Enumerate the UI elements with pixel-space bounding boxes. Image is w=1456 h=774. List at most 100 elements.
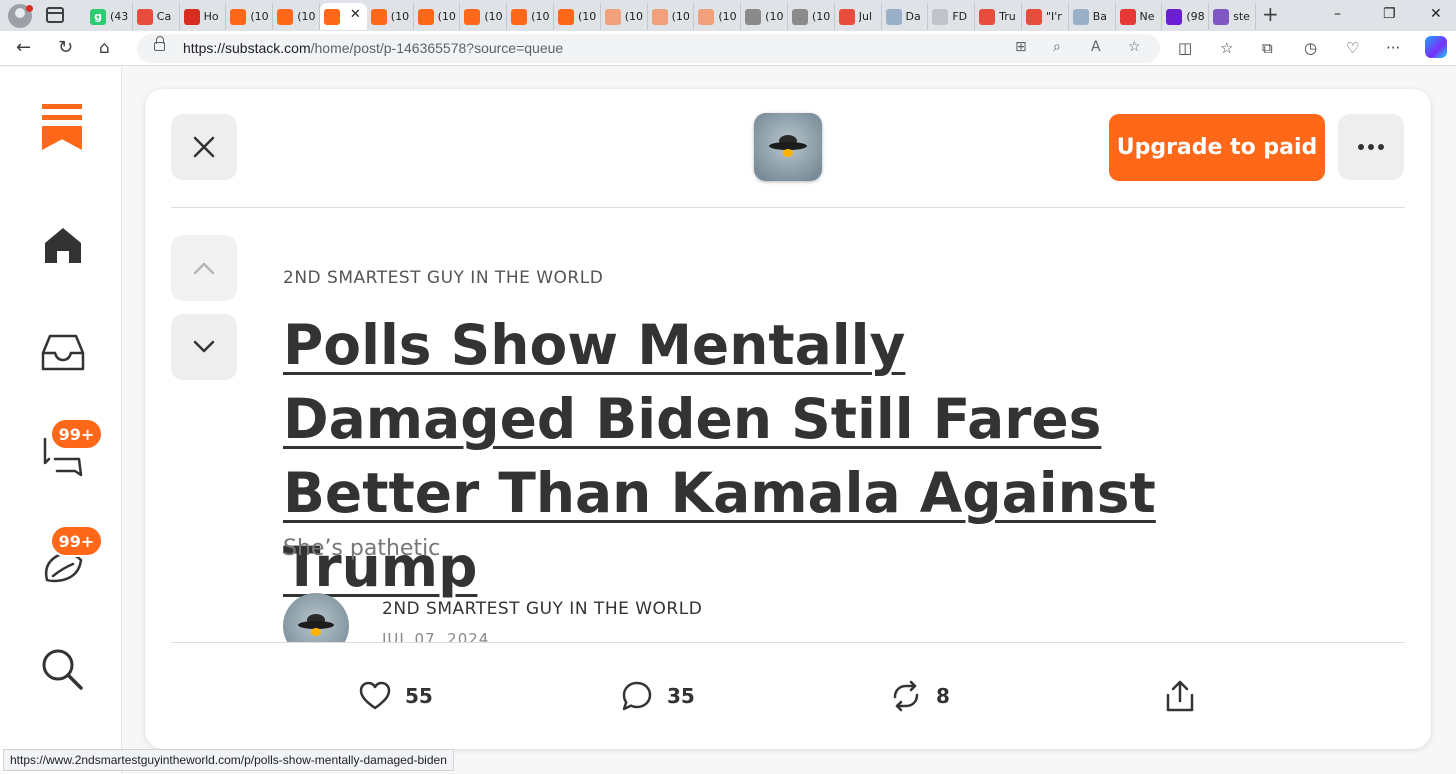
tab-label: (10 bbox=[297, 10, 316, 23]
home-button[interactable]: ⌂ bbox=[99, 37, 110, 59]
collections-icon[interactable]: ⧉ bbox=[1262, 39, 1273, 57]
copilot-icon[interactable] bbox=[1425, 36, 1447, 58]
browser-tab[interactable]: (10 bbox=[367, 3, 414, 30]
new-tab-button[interactable]: + bbox=[1262, 4, 1279, 24]
browser-tab[interactable]: Jul bbox=[835, 3, 882, 30]
browser-tab[interactable]: g (43 bbox=[86, 3, 133, 30]
url-path: /home/post/p-146365578?source=queue bbox=[310, 40, 564, 56]
tab-label: Ne bbox=[1139, 10, 1155, 23]
heart-icon bbox=[359, 681, 391, 710]
tab-favicon-icon bbox=[791, 8, 808, 25]
comment-button[interactable]: 35 bbox=[621, 676, 695, 716]
close-window-button[interactable]: ✕ bbox=[1430, 6, 1442, 22]
tab-actions-icon[interactable] bbox=[46, 7, 64, 23]
browser-tab[interactable]: (10 bbox=[694, 3, 742, 30]
tab-label: (10 bbox=[671, 10, 690, 23]
tab-favicon-icon bbox=[370, 8, 387, 25]
inbox-icon bbox=[41, 334, 85, 371]
more-menu-icon[interactable]: ··· bbox=[1386, 39, 1400, 57]
like-count: 55 bbox=[405, 684, 433, 708]
close-button[interactable] bbox=[171, 114, 237, 180]
browser-tab[interactable]: (10 bbox=[460, 3, 508, 30]
browser-tab[interactable]: (10 bbox=[554, 3, 601, 30]
inbox-nav-button[interactable] bbox=[38, 327, 88, 377]
browser-tab[interactable]: FD bbox=[928, 3, 976, 30]
publication-name[interactable]: 2ND SMARTEST GUY IN THE WORLD bbox=[283, 268, 603, 288]
restack-button[interactable]: 8 bbox=[890, 676, 950, 716]
share-icon bbox=[1166, 680, 1194, 712]
tab-favicon-icon bbox=[277, 8, 294, 25]
post-content: 2ND SMARTEST GUY IN THE WORLD Polls Show… bbox=[171, 208, 1405, 642]
tab-favicon-icon bbox=[136, 8, 153, 25]
browser-tab[interactable]: Ne bbox=[1116, 3, 1163, 30]
browser-tab[interactable]: (10 bbox=[273, 3, 320, 30]
tab-favicon-icon bbox=[745, 8, 762, 25]
apps-icon[interactable]: ⊞ bbox=[1015, 39, 1027, 55]
browser-tab[interactable]: (10 bbox=[741, 3, 788, 30]
tab-label: Tru bbox=[999, 10, 1016, 23]
tab-label: Ba bbox=[1092, 10, 1108, 23]
minimize-button[interactable]: – bbox=[1334, 6, 1341, 22]
tab-label: (10 bbox=[765, 10, 784, 23]
tab-label: ste bbox=[1233, 10, 1250, 23]
favorite-star-icon[interactable]: ☆ bbox=[1128, 39, 1141, 55]
browser-tab[interactable]: (10 bbox=[648, 3, 695, 30]
tab-favicon-icon: g bbox=[90, 8, 106, 25]
read-aloud-icon[interactable]: A bbox=[1091, 39, 1101, 55]
tab-label: (43 bbox=[110, 10, 129, 23]
home-nav-button[interactable] bbox=[38, 220, 88, 270]
browser-tab[interactable]: "I'r bbox=[1022, 3, 1069, 30]
ufo-logo-icon bbox=[769, 135, 807, 157]
share-button[interactable] bbox=[1165, 676, 1195, 716]
browser-tab[interactable]: ste bbox=[1209, 3, 1256, 30]
browser-tab[interactable]: Da bbox=[882, 3, 929, 30]
url-host: https://substack.com bbox=[183, 40, 311, 56]
maximize-button[interactable]: ❐ bbox=[1383, 6, 1396, 22]
browser-tab[interactable]: Tru bbox=[975, 3, 1022, 30]
refresh-button[interactable]: ↻ bbox=[58, 37, 73, 59]
browser-tab[interactable]: (10 bbox=[507, 3, 554, 30]
more-options-button[interactable] bbox=[1338, 114, 1404, 180]
browser-tab[interactable]: Ba bbox=[1069, 3, 1116, 30]
next-post-button[interactable] bbox=[171, 314, 237, 380]
browser-essentials-icon[interactable]: ♡ bbox=[1346, 39, 1359, 57]
favorites-icon[interactable]: ☆ bbox=[1220, 39, 1233, 57]
close-icon bbox=[193, 136, 215, 158]
browser-tab[interactable]: Ca bbox=[133, 3, 180, 30]
split-screen-icon[interactable]: ◫ bbox=[1178, 39, 1192, 57]
tab-favicon-icon bbox=[885, 8, 902, 25]
chat-badge: 99+ bbox=[50, 418, 103, 450]
substack-logo-icon[interactable] bbox=[42, 104, 82, 150]
tab-label: Da bbox=[905, 10, 921, 23]
tab-favicon-icon bbox=[1072, 8, 1089, 25]
browser-tab[interactable]: (10 bbox=[226, 3, 274, 30]
upgrade-to-paid-button[interactable]: Upgrade to paid bbox=[1109, 114, 1325, 181]
browser-tab[interactable]: (98 bbox=[1162, 3, 1210, 30]
author-name[interactable]: 2ND SMARTEST GUY IN THE WORLD bbox=[382, 599, 702, 619]
tab-label: (10 bbox=[390, 10, 410, 23]
browser-tab[interactable]: Ho bbox=[180, 3, 227, 30]
browser-tab[interactable]: ✕ bbox=[319, 3, 367, 30]
tab-close-icon[interactable]: ✕ bbox=[350, 7, 361, 22]
post-subtitle: She’s pathetic bbox=[283, 536, 441, 561]
browser-tab[interactable]: (10 bbox=[414, 3, 461, 30]
search-nav-button[interactable] bbox=[38, 645, 88, 695]
tab-favicon-icon bbox=[651, 8, 668, 25]
url-text[interactable]: https://substack.com/home/post/p-1463655… bbox=[183, 40, 563, 56]
back-button[interactable]: ← bbox=[16, 37, 31, 59]
comment-count: 35 bbox=[667, 684, 695, 708]
comment-icon bbox=[622, 681, 652, 711]
zoom-icon[interactable]: ⌕ bbox=[1053, 39, 1061, 55]
browser-tab[interactable]: (10 bbox=[601, 3, 648, 30]
browser-tab[interactable]: (10 bbox=[788, 3, 835, 30]
restack-icon bbox=[893, 680, 919, 712]
home-icon bbox=[45, 228, 81, 263]
tab-favicon-icon bbox=[932, 8, 949, 25]
publication-avatar[interactable] bbox=[754, 113, 822, 181]
like-button[interactable]: 55 bbox=[359, 676, 433, 716]
previous-post-button[interactable] bbox=[171, 235, 237, 301]
address-bar[interactable]: https://substack.com/home/post/p-1463655… bbox=[137, 34, 1160, 63]
history-icon[interactable]: ◷ bbox=[1304, 39, 1317, 57]
tab-label: (10 bbox=[624, 10, 644, 23]
tab-list: g (43 Ca Ho (10 (10 ✕ (10 (10 (10 (10 (10 (10 (10 (10 (… bbox=[86, 3, 1256, 30]
